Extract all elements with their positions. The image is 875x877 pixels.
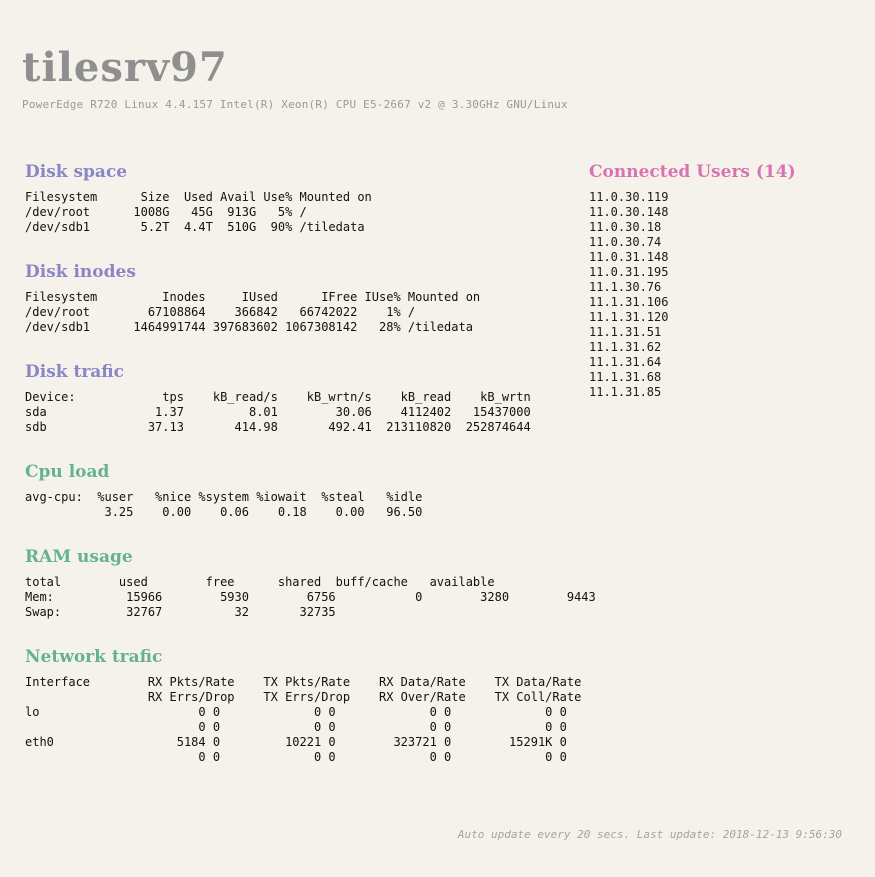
user-ip: 11.0.30.74 (589, 235, 662, 249)
cpu-load-table: avg-cpu: %user %nice %system %iowait %st… (25, 490, 423, 519)
disk-inodes-table: Filesystem Inodes IUsed IFree IUse% Moun… (25, 290, 481, 334)
auto-update-status: Auto update every 20 secs. Last update: … (457, 828, 842, 841)
user-ip: 11.0.31.195 (589, 265, 669, 279)
ram-usage-table: total used free shared buff/cache availa… (25, 575, 596, 619)
disk-space-table: Filesystem Size Used Avail Use% Mounted … (25, 190, 372, 234)
disk-trafic-title: Disk trafic (25, 362, 125, 382)
user-ip: 11.0.30.148 (589, 205, 669, 219)
network-trafic-table: Interface RX Pkts/Rate TX Pkts/Rate RX D… (25, 675, 582, 764)
network-trafic-title: Network trafic (25, 647, 163, 667)
user-ip: 11.1.31.120 (589, 310, 669, 324)
user-ip: 11.1.31.51 (589, 325, 662, 339)
disk-inodes-title: Disk inodes (25, 262, 136, 282)
connected-users-list: 11.0.30.119 11.0.30.148 11.0.30.18 11.0.… (589, 190, 668, 400)
user-ip: 11.1.31.62 (589, 340, 662, 354)
user-ip: 11.1.30.76 (589, 280, 662, 294)
cpu-load-title: Cpu load (25, 462, 110, 482)
disk-trafic-table: Device: tps kB_read/s kB_wrtn/s kB_read … (25, 390, 531, 434)
system-info: PowerEdge R720 Linux 4.4.157 Intel(R) Xe… (22, 98, 568, 111)
user-ip: 11.0.30.119 (589, 190, 669, 204)
user-ip: 11.0.31.148 (589, 250, 669, 264)
user-ip: 11.1.31.68 (589, 370, 662, 384)
user-ip: 11.1.31.85 (589, 385, 662, 399)
user-ip: 11.1.31.64 (589, 355, 662, 369)
user-ip: 11.0.30.18 (589, 220, 662, 234)
connected-users-title: Connected Users (14) (589, 162, 796, 182)
hostname-title: tilesrv97 (22, 44, 228, 91)
user-ip: 11.1.31.106 (589, 295, 669, 309)
disk-space-title: Disk space (25, 162, 128, 182)
ram-usage-title: RAM usage (25, 547, 133, 567)
